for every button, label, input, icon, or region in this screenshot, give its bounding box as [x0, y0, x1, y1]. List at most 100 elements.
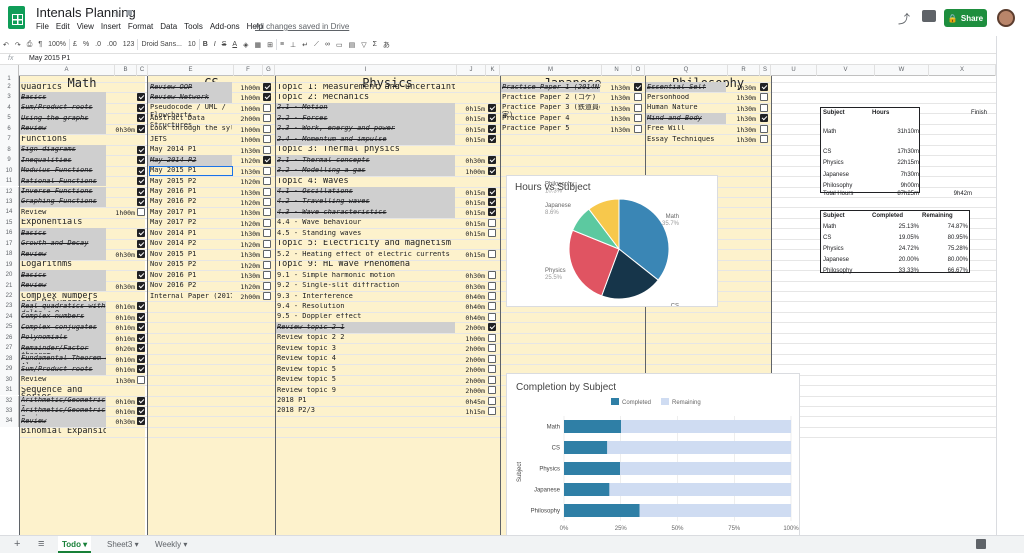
task-label[interactable]: Review: [21, 418, 106, 426]
task-label[interactable]: May 2016 P2: [150, 198, 232, 206]
task-checkbox[interactable]: [634, 114, 642, 123]
task-label[interactable]: May 2017 P2: [150, 219, 232, 227]
task-label[interactable]: Nov 2015 P2: [150, 261, 232, 269]
task-checkbox[interactable]: [137, 271, 145, 280]
add-sheet-button[interactable]: +: [10, 536, 24, 553]
sheets-logo-icon[interactable]: [8, 6, 25, 29]
bar-completed-math[interactable]: [564, 420, 622, 433]
task-checkbox[interactable]: [634, 93, 642, 102]
wrap-icon[interactable]: ↵: [302, 41, 308, 49]
row-number[interactable]: 32: [0, 395, 19, 406]
task-label[interactable]: Topic 4: Waves: [277, 178, 455, 186]
task-label[interactable]: Nov 2015 P1: [150, 251, 232, 259]
row-number[interactable]: 25: [0, 322, 19, 333]
task-checkbox[interactable]: [137, 124, 145, 133]
task-label[interactable]: May 2017 P1: [150, 209, 232, 217]
valign-icon[interactable]: ⊥: [290, 41, 296, 49]
task-label[interactable]: 4.2 - Travelling waves: [277, 198, 455, 206]
task-label[interactable]: Practice Paper 2 (コケ): [502, 94, 600, 102]
column-header[interactable]: J: [457, 65, 486, 76]
task-label[interactable]: Review topic 3: [277, 345, 455, 353]
italic-button[interactable]: I: [214, 41, 216, 48]
task-checkbox[interactable]: [137, 156, 145, 165]
task-checkbox[interactable]: [263, 239, 271, 248]
task-label[interactable]: 2.1 - Motion: [277, 104, 455, 112]
row-number[interactable]: 23: [0, 301, 19, 312]
task-label[interactable]: Review OOP: [150, 84, 232, 92]
fill-color-icon[interactable]: ◈: [243, 41, 248, 49]
bar-remaining-math[interactable]: [621, 420, 791, 433]
task-label[interactable]: Review topic 2 2: [277, 334, 455, 342]
row-number[interactable]: 11: [0, 176, 19, 187]
task-checkbox[interactable]: [137, 250, 145, 259]
column-header[interactable]: B: [115, 65, 137, 76]
column-header[interactable]: E: [148, 65, 234, 76]
task-checkbox[interactable]: [488, 354, 496, 363]
task-checkbox[interactable]: [488, 302, 496, 311]
task-checkbox[interactable]: [137, 417, 145, 426]
task-label[interactable]: Review topic 5: [277, 366, 455, 374]
task-label[interactable]: May 2015 P2: [150, 178, 232, 186]
task-checkbox[interactable]: [488, 365, 496, 374]
task-checkbox[interactable]: [263, 166, 271, 175]
task-checkbox[interactable]: [488, 333, 496, 342]
task-checkbox[interactable]: [263, 197, 271, 206]
task-label[interactable]: Topic 3: Thermal physics: [277, 146, 455, 154]
task-label[interactable]: Practice Paper 4: [502, 115, 600, 123]
share-button[interactable]: 🔒 Share: [944, 9, 987, 27]
font-size-select[interactable]: 10: [188, 41, 196, 48]
task-checkbox[interactable]: [488, 218, 496, 227]
pie-chart[interactable]: Hours vs SubjectMath35.7%CS20.0%Physics2…: [506, 175, 718, 317]
task-checkbox[interactable]: [488, 229, 496, 238]
bar-completed-japanese[interactable]: [564, 483, 610, 496]
task-checkbox[interactable]: [634, 83, 642, 91]
task-checkbox[interactable]: [137, 103, 145, 112]
column-header[interactable]: S: [760, 65, 771, 76]
task-label[interactable]: Topic 1: Measurement and uncertainties: [277, 84, 455, 92]
task-label[interactable]: 2018 P2/3: [277, 407, 455, 415]
select-all-corner[interactable]: [0, 65, 19, 76]
align-icon[interactable]: ≡: [280, 41, 284, 48]
task-checkbox[interactable]: [488, 292, 496, 300]
function-icon[interactable]: Σ: [373, 41, 377, 48]
avatar[interactable]: [997, 9, 1015, 27]
task-label[interactable]: Complex numbers: [21, 313, 106, 321]
bar-completed-cs[interactable]: [564, 441, 608, 454]
spreadsheet-grid[interactable]: ABCEFGIJKMNOQRSUVWXMathCSPhysicsJapanese…: [0, 65, 996, 535]
column-header[interactable]: M: [500, 65, 602, 76]
task-checkbox[interactable]: [263, 229, 271, 238]
task-label[interactable]: Rational Functions: [21, 178, 106, 186]
task-label[interactable]: 9.2 - Single-slit diffraction: [277, 282, 455, 290]
row-number[interactable]: 6: [0, 123, 19, 135]
bar-completed-physics[interactable]: [564, 462, 621, 475]
print-icon[interactable]: ⎙: [27, 41, 33, 49]
row-number[interactable]: 26: [0, 332, 19, 344]
task-label[interactable]: Basics: [21, 94, 106, 102]
task-checkbox[interactable]: [137, 406, 145, 415]
task-checkbox[interactable]: [263, 145, 271, 154]
task-label[interactable]: 9.3 - Interference: [277, 293, 455, 301]
task-label[interactable]: May 2016 P1: [150, 188, 232, 196]
column-header[interactable]: F: [234, 65, 263, 76]
task-checkbox[interactable]: [488, 208, 496, 217]
percent-button[interactable]: %: [83, 41, 89, 48]
task-label[interactable]: Sum/Product roots: [21, 366, 106, 374]
task-label[interactable]: Modulus Functions: [21, 167, 106, 175]
task-label[interactable]: Topic 2: Mechanics: [277, 94, 455, 102]
bar-remaining-philosophy[interactable]: [639, 504, 791, 517]
font-select[interactable]: Droid Sans...: [141, 41, 181, 48]
row-number[interactable]: 21: [0, 280, 19, 291]
star-icon[interactable]: ☆: [112, 7, 122, 20]
task-label[interactable]: 2.3 - Work, energy and power: [277, 125, 455, 133]
task-label[interactable]: Review: [21, 251, 106, 259]
task-checkbox[interactable]: [488, 323, 496, 332]
task-label[interactable]: 9.4 - Resolution: [277, 303, 455, 311]
row-number[interactable]: 33: [0, 405, 19, 417]
task-checkbox[interactable]: [488, 281, 496, 290]
task-label[interactable]: Review Network: [150, 94, 232, 102]
currency-button[interactable]: £: [73, 41, 77, 48]
task-checkbox[interactable]: [488, 375, 496, 384]
task-checkbox[interactable]: [137, 375, 145, 384]
row-number[interactable]: 4: [0, 102, 19, 114]
menu-data[interactable]: Data: [160, 22, 177, 31]
